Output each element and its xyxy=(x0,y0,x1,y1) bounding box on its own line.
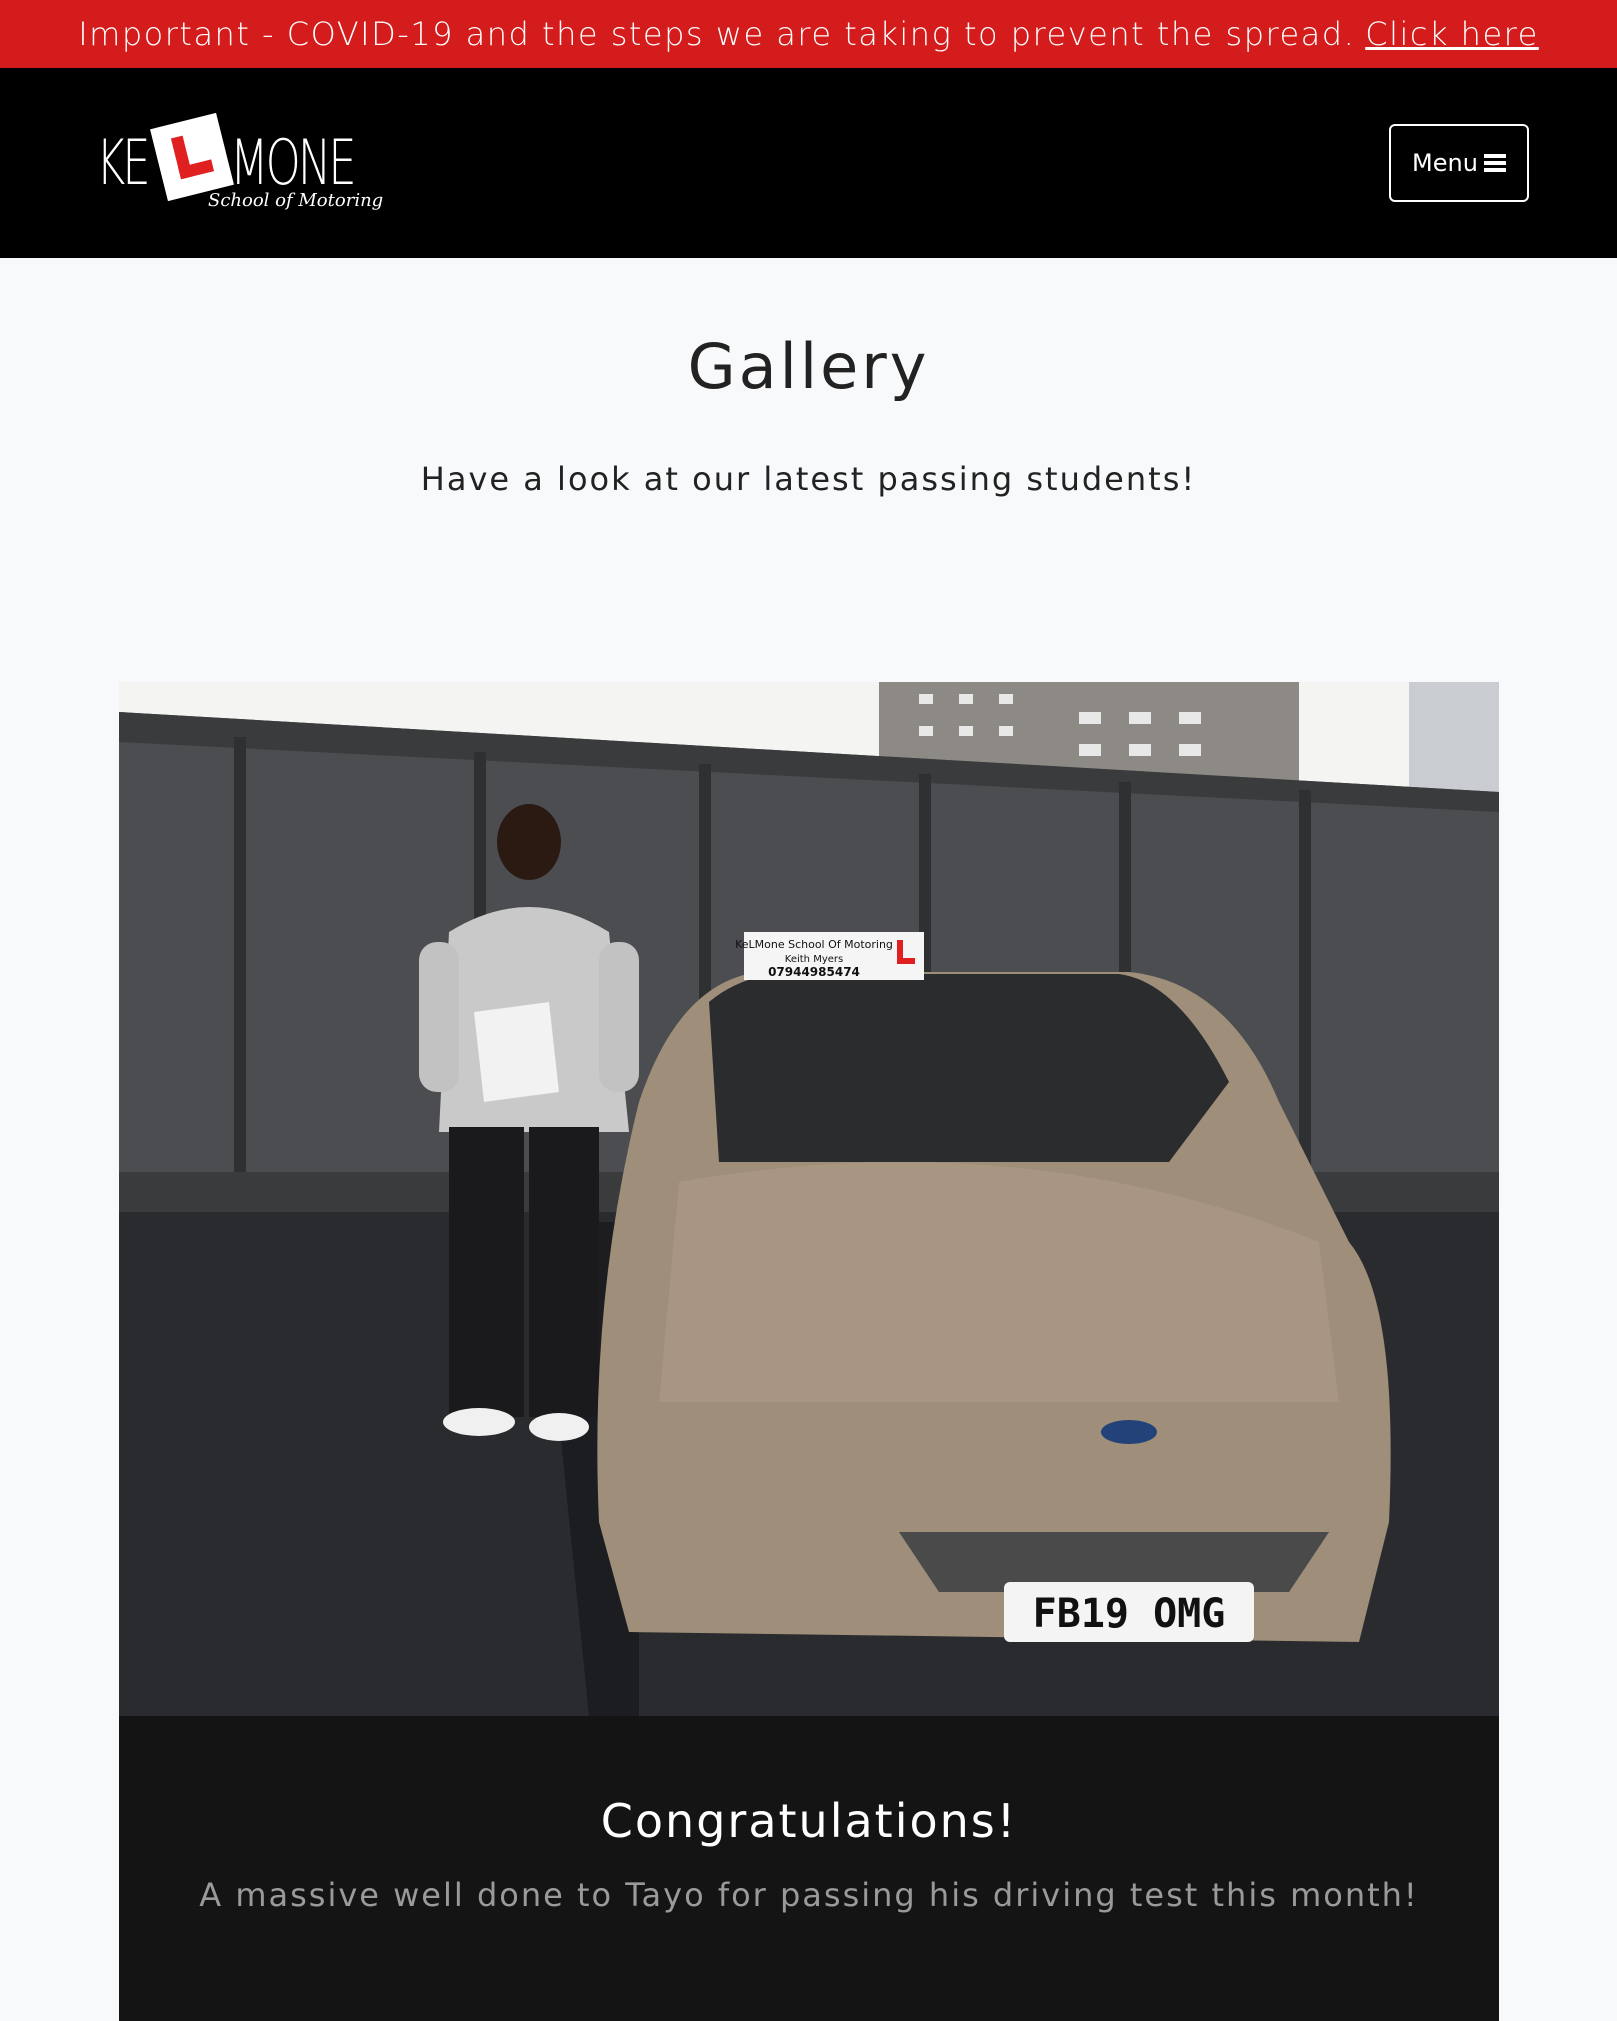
covid-alert-bar: Important - COVID-19 and the steps we ar… xyxy=(0,0,1617,68)
logo-tagline: School of Motoring xyxy=(208,190,384,211)
number-plate-text: FB19 OMG xyxy=(1033,1591,1226,1637)
menu-button[interactable]: Menu xyxy=(1389,124,1529,202)
site-logo[interactable]: KE MONE School of Motoring xyxy=(96,112,396,214)
roof-sign-line2: Keith Myers xyxy=(785,954,843,965)
gallery-caption: Congratulations! A massive well done to … xyxy=(119,1716,1499,2021)
roof-sign-line3: 07944985474 xyxy=(768,965,860,979)
caption-text: A massive well done to Tayo for passing … xyxy=(199,1876,1419,1914)
student-car-photo: FB19 OMG KeLMone School Of Motoring Keit… xyxy=(119,682,1499,1716)
alert-message: Important - COVID-19 and the steps we ar… xyxy=(78,15,1356,53)
site-header: KE MONE School of Motoring Menu xyxy=(0,68,1617,258)
logo-text-left: KE xyxy=(96,126,151,199)
caption-title: Congratulations! xyxy=(600,1794,1018,1848)
menu-button-label: Menu xyxy=(1412,149,1478,177)
l-plate-icon xyxy=(150,112,234,202)
hamburger-icon xyxy=(1483,154,1506,172)
gallery-photo[interactable]: FB19 OMG KeLMone School Of Motoring Keit… xyxy=(119,682,1499,1716)
page-title: Gallery xyxy=(687,330,930,403)
alert-click-here-link[interactable]: Click here xyxy=(1365,15,1539,53)
gallery-card[interactable]: FB19 OMG KeLMone School Of Motoring Keit… xyxy=(119,682,1499,2021)
roof-sign-line1: KeLMone School Of Motoring xyxy=(735,938,893,951)
page-intro: Have a look at our latest passing studen… xyxy=(420,460,1197,498)
logo-text-right: MONE xyxy=(230,126,357,199)
